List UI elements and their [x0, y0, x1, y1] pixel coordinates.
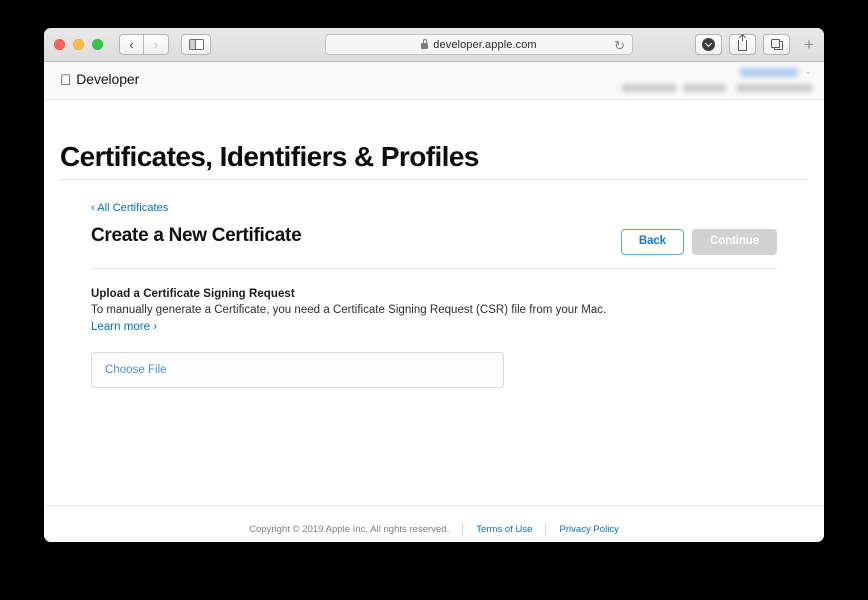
back-button[interactable]: ‹ — [119, 34, 144, 55]
section-header: Create a New Certificate Back Continue — [91, 225, 777, 255]
new-tab-button[interactable]: + — [798, 34, 820, 55]
choose-file-button[interactable]: Choose File — [105, 364, 167, 376]
tab-overview-button[interactable] — [763, 34, 790, 55]
account-team-redacted — [622, 84, 812, 92]
sidebar-icon — [188, 39, 204, 50]
minimize-window-button[interactable] — [73, 39, 84, 50]
action-buttons: Back Continue — [620, 225, 777, 255]
title-divider — [60, 179, 808, 180]
toolbar-right-buttons — [695, 34, 790, 55]
account-menu[interactable]: ⌄ — [622, 66, 812, 92]
learn-more-link[interactable]: Learn more › — [91, 321, 777, 333]
downloads-button[interactable] — [695, 34, 722, 55]
upload-title: Upload a Certificate Signing Request — [91, 287, 295, 300]
chevron-down-icon: ⌄ — [804, 66, 812, 76]
close-window-button[interactable] — [54, 39, 65, 50]
page-title: Certificates, Identifiers & Profiles — [60, 141, 479, 172]
breadcrumb-all-certificates[interactable]: ‹ All Certificates — [91, 202, 777, 214]
chevron-right-icon: › — [153, 37, 159, 52]
page-content:  Developer ⌄ Certificates, Identifiers … — [44, 62, 824, 542]
lock-icon — [421, 38, 429, 49]
copyright-text: Copyright © 2019 Apple Inc. All rights r… — [249, 524, 450, 535]
chevron-left-icon: ‹ — [129, 37, 134, 52]
upload-csr-block: Upload a Certificate Signing Request To … — [91, 288, 777, 333]
safari-browser-window: ‹ › developer.apple.com ↻ + Developer ⌄ … — [44, 28, 824, 542]
sidebar-toggle-button[interactable] — [181, 34, 211, 55]
apple-logo-icon:  — [60, 73, 71, 88]
screen: ‹ › developer.apple.com ↻ + Developer ⌄ … — [0, 0, 868, 600]
brand-name: Developer — [65, 71, 139, 87]
privacy-policy-link[interactable]: Privacy Policy — [559, 524, 618, 535]
maximize-window-button[interactable] — [92, 39, 103, 50]
navigation-buttons: ‹ › — [119, 34, 169, 55]
reload-icon[interactable]: ↻ — [614, 38, 625, 53]
footer-separator-1 — [462, 524, 464, 535]
address-bar[interactable]: developer.apple.com ↻ — [325, 34, 633, 55]
upload-description: To manually generate a Certificate, you … — [91, 303, 607, 316]
window-controls — [54, 39, 103, 50]
section-divider — [91, 267, 777, 269]
url-text: developer.apple.com — [433, 38, 537, 51]
download-icon — [702, 38, 715, 51]
main-content: ‹ All Certificates Create a New Certific… — [91, 202, 777, 388]
account-name-redacted — [740, 68, 799, 77]
browser-toolbar: ‹ › developer.apple.com ↻ + — [44, 28, 824, 62]
account-name-row: ⌄ — [622, 66, 812, 77]
terms-of-use-link[interactable]: Terms of Use — [476, 524, 532, 535]
site-header:  Developer ⌄ — [44, 62, 824, 100]
forward-button[interactable]: › — [144, 34, 169, 55]
continue-action-button: Continue — [691, 229, 777, 255]
tabs-icon — [770, 38, 783, 50]
brand-logo[interactable]:  Developer — [60, 71, 139, 88]
back-action-button[interactable]: Back — [620, 229, 684, 255]
share-icon — [738, 34, 747, 51]
file-upload-box[interactable]: Choose File — [91, 351, 504, 388]
page-footer: Copyright © 2019 Apple Inc. All rights r… — [44, 524, 824, 535]
url-display: developer.apple.com — [421, 38, 537, 51]
footer-divider — [44, 505, 824, 506]
share-button[interactable] — [729, 34, 756, 55]
footer-separator-2 — [545, 524, 547, 535]
section-title: Create a New Certificate — [91, 225, 302, 246]
